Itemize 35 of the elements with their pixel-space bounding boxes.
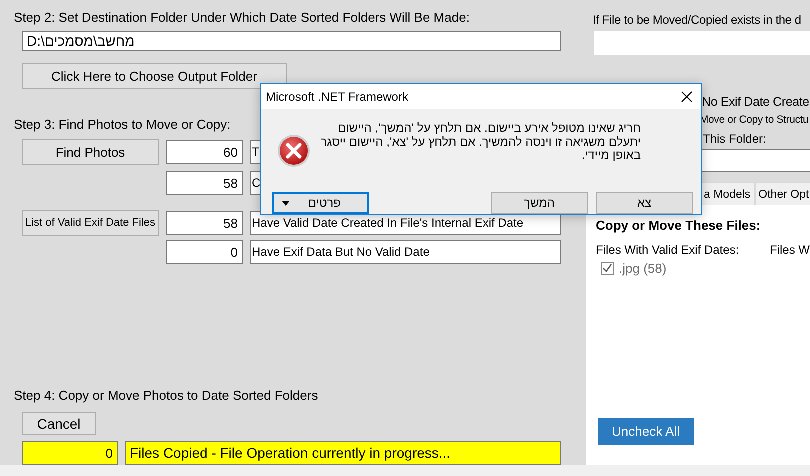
column-header: Files With Valid Exif Dates: [596, 243, 740, 257]
count-field: 60 [166, 140, 243, 164]
group-title: Copy or Move These Files: [596, 218, 761, 233]
cancel-button[interactable]: Cancel [22, 412, 96, 435]
list-button[interactable]: List of Valid Exif Date Files [22, 210, 159, 236]
tab[interactable]: a Models [700, 182, 755, 205]
count-field: 58 [166, 211, 243, 235]
step-label: Step 3: Find Photos to Move or Copy: [14, 117, 231, 132]
dialog-button[interactable]: צא [596, 192, 693, 214]
step-label: Step 4: Copy or Move Photos to Date Sorted Folders [14, 388, 318, 403]
close-icon[interactable] [681, 90, 693, 102]
no-exif-label: No Exif Date Create [702, 95, 810, 109]
column-header: Files W [770, 243, 810, 257]
count-field: 0 [166, 240, 243, 264]
folder-label: This Folder: [703, 132, 766, 146]
status-field: Files Copied - File Operation currently in progress... [125, 441, 561, 465]
caret-icon [282, 200, 290, 206]
details-button[interactable]: פרטים [272, 192, 369, 214]
uncheck-all-button[interactable]: Uncheck All [598, 418, 694, 445]
folder-path-field[interactable] [700, 149, 810, 172]
choose-folder-button[interactable]: Click Here to Choose Output Folder [22, 63, 287, 89]
count-field: 58 [166, 171, 243, 195]
dialog-title: Microsoft .NET Framework [266, 90, 408, 104]
copied-count-field: 0 [22, 441, 118, 465]
result-field: Have Exif Data But No Valid Date [250, 240, 561, 264]
file-type-label: .jpg (58) [619, 261, 667, 276]
error-icon [277, 134, 311, 168]
step-label: Step 2: Set Destination Folder Under Which Date Sorted Folders Will Be Made: [14, 10, 470, 25]
tab[interactable]: Other Opt [754, 182, 810, 205]
exists-field[interactable] [594, 31, 810, 55]
error-message: חריג שאינו מטופל אירע ביישום. אם תלחץ על 'המשך', היישום יתעלם משגיאה זו וינסה להמשיך. אם תלחץ על 'צא', היישום ייסגר באופן מיידי. [320, 122, 641, 164]
exists-label: If File to be Moved/Copied exists in the d [593, 13, 802, 27]
dialog-button[interactable]: המשך [491, 192, 588, 214]
folder-field[interactable]: D:\מחשב\מסמכים [22, 31, 561, 52]
find-photos-button[interactable]: Find Photos [22, 139, 159, 165]
